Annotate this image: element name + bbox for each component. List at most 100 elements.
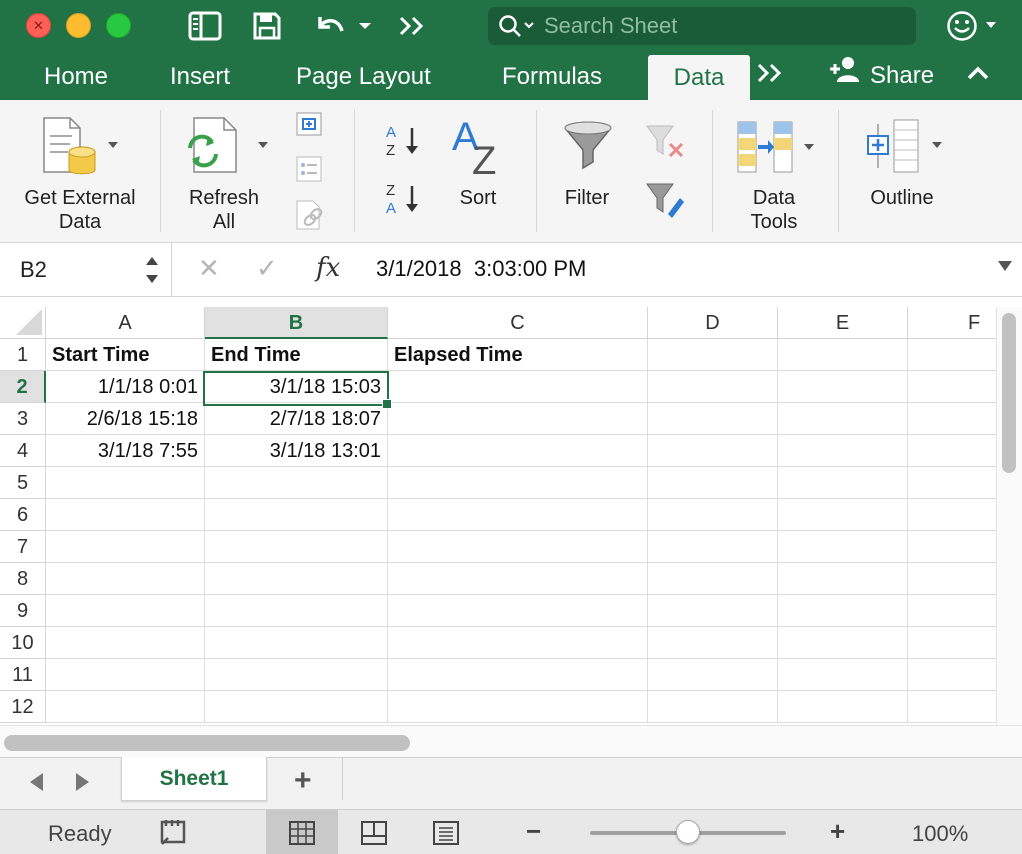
cell-e7[interactable] xyxy=(778,531,908,563)
tab-formulas[interactable]: Formulas xyxy=(502,52,602,100)
feedback-smiley-icon[interactable] xyxy=(946,10,998,47)
save-icon[interactable] xyxy=(252,10,282,42)
cell-e9[interactable] xyxy=(778,595,908,627)
next-sheet-icon[interactable] xyxy=(76,773,89,791)
cell-a2[interactable]: 1/1/18 0:01 xyxy=(46,371,205,403)
get-external-data-button[interactable]: Get External Data xyxy=(10,100,160,243)
cell-b10[interactable] xyxy=(205,627,388,659)
cell-a6[interactable] xyxy=(46,499,205,531)
row-header-5[interactable]: 5 xyxy=(0,467,46,499)
expand-formula-bar-icon[interactable] xyxy=(998,261,1012,271)
search-input[interactable] xyxy=(544,12,904,40)
name-box[interactable]: B2 xyxy=(0,243,172,297)
refresh-all-button[interactable]: Refresh All xyxy=(170,100,280,243)
insert-function-button[interactable]: fx xyxy=(316,253,340,283)
cell-d4[interactable] xyxy=(648,435,778,467)
cell-c3[interactable] xyxy=(388,403,648,435)
sort-descending-icon[interactable]: ZA xyxy=(384,180,424,223)
cell-b9[interactable] xyxy=(205,595,388,627)
select-all-button[interactable] xyxy=(0,307,46,339)
cell-d9[interactable] xyxy=(648,595,778,627)
cell-d12[interactable] xyxy=(648,691,778,723)
undo-icon[interactable] xyxy=(312,10,346,42)
column-header-e[interactable]: E xyxy=(778,307,908,339)
cell-a1[interactable]: Start Time xyxy=(46,339,205,371)
cell-c4[interactable] xyxy=(388,435,648,467)
page-layout-view-button[interactable] xyxy=(338,810,410,854)
cell-b11[interactable] xyxy=(205,659,388,691)
cell-e10[interactable] xyxy=(778,627,908,659)
cell-e2[interactable] xyxy=(778,371,908,403)
cell-c12[interactable] xyxy=(388,691,648,723)
minimize-window-button[interactable] xyxy=(66,13,91,38)
normal-view-button[interactable] xyxy=(266,810,338,854)
cell-a11[interactable] xyxy=(46,659,205,691)
cell-b3[interactable]: 2/7/18 18:07 xyxy=(205,403,388,435)
tab-home[interactable]: Home xyxy=(44,52,108,100)
column-header-d[interactable]: D xyxy=(648,307,778,339)
cell-d2[interactable] xyxy=(648,371,778,403)
cell-d5[interactable] xyxy=(648,467,778,499)
row-header-3[interactable]: 3 xyxy=(0,403,46,435)
clear-filter-icon[interactable] xyxy=(644,122,686,167)
previous-sheet-icon[interactable] xyxy=(30,773,43,791)
cell-a3[interactable]: 2/6/18 15:18 xyxy=(46,403,205,435)
more-toolbar-icon[interactable] xyxy=(398,10,426,42)
vertical-scroll-thumb[interactable] xyxy=(1002,313,1016,473)
column-header-b[interactable]: B xyxy=(205,307,388,339)
cell-e6[interactable] xyxy=(778,499,908,531)
page-break-view-button[interactable] xyxy=(410,810,482,854)
cancel-entry-icon[interactable]: ✕ xyxy=(198,253,220,284)
name-box-stepper-icon[interactable] xyxy=(144,253,160,291)
data-tools-button[interactable]: Data Tools xyxy=(722,100,822,243)
cell-a4[interactable]: 3/1/18 7:55 xyxy=(46,435,205,467)
sidebar-toggle-icon[interactable] xyxy=(188,10,222,42)
cell-b5[interactable] xyxy=(205,467,388,499)
row-header-6[interactable]: 6 xyxy=(0,499,46,531)
record-macro-icon[interactable] xyxy=(158,816,192,853)
tab-page-layout[interactable]: Page Layout xyxy=(296,52,431,100)
cell-b2[interactable]: 3/1/18 15:03 xyxy=(205,371,388,403)
cell-b1[interactable]: End Time xyxy=(205,339,388,371)
row-header-12[interactable]: 12 xyxy=(0,691,46,723)
cell-e5[interactable] xyxy=(778,467,908,499)
cell-a9[interactable] xyxy=(46,595,205,627)
tab-insert[interactable]: Insert xyxy=(170,52,230,100)
zoom-level[interactable]: 100% xyxy=(912,821,968,847)
cell-e8[interactable] xyxy=(778,563,908,595)
cell-e3[interactable] xyxy=(778,403,908,435)
cell-d3[interactable] xyxy=(648,403,778,435)
cell-a12[interactable] xyxy=(46,691,205,723)
row-header-9[interactable]: 9 xyxy=(0,595,46,627)
row-header-10[interactable]: 10 xyxy=(0,627,46,659)
horizontal-scrollbar[interactable] xyxy=(0,725,1022,757)
add-sheet-icon[interactable]: + xyxy=(294,764,312,798)
advanced-filter-icon[interactable] xyxy=(644,180,686,225)
outline-button[interactable]: Outline xyxy=(850,100,960,243)
horizontal-scroll-thumb[interactable] xyxy=(4,735,410,751)
share-button[interactable]: Share xyxy=(828,52,934,100)
undo-dropdown-icon[interactable] xyxy=(358,10,372,42)
cell-d7[interactable] xyxy=(648,531,778,563)
cell-b6[interactable] xyxy=(205,499,388,531)
search-box[interactable] xyxy=(488,7,916,45)
row-header-7[interactable]: 7 xyxy=(0,531,46,563)
row-header-8[interactable]: 8 xyxy=(0,563,46,595)
cell-c11[interactable] xyxy=(388,659,648,691)
confirm-entry-icon[interactable]: ✓ xyxy=(256,253,278,284)
zoom-slider-thumb[interactable] xyxy=(676,820,700,844)
connections-icon[interactable] xyxy=(294,110,326,145)
close-window-button[interactable] xyxy=(26,13,51,38)
cell-c2[interactable] xyxy=(388,371,648,403)
cell-d10[interactable] xyxy=(648,627,778,659)
sort-button[interactable]: AZ Sort xyxy=(440,100,516,243)
cell-b4[interactable]: 3/1/18 13:01 xyxy=(205,435,388,467)
more-tabs-icon[interactable] xyxy=(756,62,784,91)
cell-c5[interactable] xyxy=(388,467,648,499)
sort-ascending-icon[interactable]: AZ xyxy=(384,122,424,165)
cell-e4[interactable] xyxy=(778,435,908,467)
cell-c7[interactable] xyxy=(388,531,648,563)
row-header-11[interactable]: 11 xyxy=(0,659,46,691)
data-tools-dropdown-icon[interactable] xyxy=(804,144,814,150)
row-header-1[interactable]: 1 xyxy=(0,339,46,371)
